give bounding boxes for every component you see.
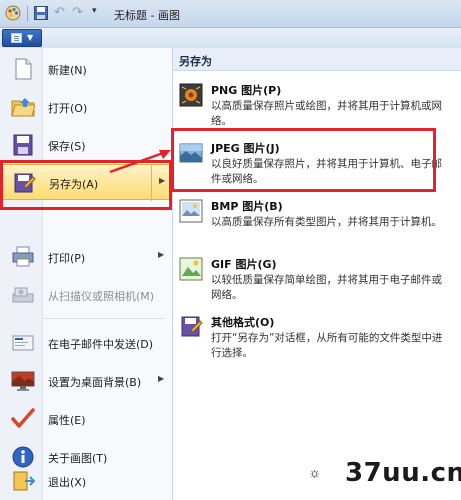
bmp-image-icon — [179, 199, 203, 223]
submenu-item-gif[interactable]: GIF 图片(G) 以较低质量保存简单绘图，并将其用于电子邮件或网络。 — [173, 250, 461, 306]
undo-icon[interactable]: ↶ — [54, 5, 65, 20]
annotation-box-jpeg — [171, 128, 436, 192]
properties-check-icon — [11, 408, 35, 428]
paint-document-icon — [11, 33, 22, 43]
email-icon — [12, 335, 34, 351]
menu-item-save[interactable]: 保存(S) — [0, 126, 172, 164]
window-title: 无标题 - 画图 — [114, 9, 180, 22]
menu-item-set-desktop-background[interactable]: 设置为桌面背景(B) ▶ — [0, 362, 172, 400]
app-menu-button[interactable]: ▼ — [2, 29, 42, 47]
menu-item-label: 新建(N) — [48, 64, 87, 77]
menu-item-open[interactable]: 打开(O) — [0, 88, 172, 126]
menu-item-label: 保存(S) — [48, 140, 86, 153]
scanner-icon — [12, 287, 34, 303]
menu-item-send-email[interactable]: 在电子邮件中发送(D) — [0, 324, 172, 362]
menu-item-label: 打开(O) — [48, 102, 88, 115]
submenu-item-other-formats[interactable]: 其他格式(O) 打开“另存为”对话框，从所有可能的文件类型中进行选择。 — [173, 308, 461, 364]
menu-item-properties[interactable]: 属性(E) — [0, 400, 172, 438]
submenu-header: 另存为 — [173, 48, 461, 71]
printer-icon — [12, 246, 34, 267]
menu-command-list: 新建(N) 打开(O) 保存(S) 另存为(A) ▶ 打印(P) ▶ 从扫描仪或… — [0, 48, 173, 500]
menu-item-new[interactable]: 新建(N) — [0, 50, 172, 88]
chevron-right-icon: ▶ — [158, 374, 165, 383]
exit-icon — [13, 471, 35, 491]
watermark-sun-logo — [310, 469, 319, 479]
menu-item-label: 设置为桌面背景(B) — [48, 376, 142, 389]
other-formats-icon — [181, 316, 203, 337]
title-bar: ↶ ↷ ▾ 无标题 - 画图 — [0, 0, 461, 28]
chevron-down-icon: ▼ — [27, 33, 34, 42]
submenu-item-desc: 以高质量保存照片或绘图，并将其用于计算机或网络。 — [211, 100, 442, 127]
menu-item-label: 在电子邮件中发送(D) — [48, 338, 154, 351]
chevron-right-icon: ▶ — [158, 250, 165, 259]
annotation-box-save-as — [0, 160, 172, 210]
watermark-text: 37uu.cn — [345, 458, 461, 488]
submenu-title: 另存为 — [179, 55, 212, 68]
redo-icon[interactable]: ↷ — [72, 5, 83, 20]
save-as-submenu: 另存为 PNG 图片(P) 以高质量保存照片或绘图，并将其用于计算机或网络。 J… — [173, 48, 461, 500]
desktop-background-icon — [11, 371, 35, 391]
menu-item-print[interactable]: 打印(P) ▶ — [0, 238, 172, 276]
submenu-item-png[interactable]: PNG 图片(P) 以高质量保存照片或绘图，并将其用于计算机或网络。 — [173, 76, 461, 132]
title-separator — [27, 6, 28, 21]
new-document-icon — [15, 58, 32, 80]
png-image-icon — [179, 83, 203, 107]
submenu-item-desc: 以较低质量保存简单绘图，并将其用于电子邮件或网络。 — [211, 274, 442, 301]
submenu-item-name: BMP 图片(B) — [211, 200, 283, 213]
menu-item-exit[interactable]: 退出(X) — [0, 462, 172, 500]
paint-app-icon[interactable] — [5, 5, 21, 21]
submenu-item-desc: 以高质量保存所有类型图片，并将其用于计算机。 — [211, 216, 442, 228]
submenu-item-name: PNG 图片(P) — [211, 84, 282, 97]
ribbon-bar: ▼ — [0, 28, 461, 49]
menu-item-label: 从扫描仪或照相机(M) — [48, 290, 155, 303]
submenu-item-desc: 打开“另存为”对话框，从所有可能的文件类型中进行选择。 — [211, 332, 443, 359]
menu-item-label: 属性(E) — [48, 414, 86, 427]
application-menu: 新建(N) 打开(O) 保存(S) 另存为(A) ▶ 打印(P) ▶ 从扫描仪或… — [0, 48, 461, 500]
save-disk-icon — [13, 134, 33, 156]
menu-item-label: 打印(P) — [48, 252, 86, 265]
submenu-item-bmp[interactable]: BMP 图片(B) 以高质量保存所有类型图片，并将其用于计算机。 — [173, 192, 461, 248]
gif-image-icon — [179, 257, 203, 281]
customize-dropdown-icon[interactable]: ▾ — [92, 6, 97, 16]
submenu-item-name: 其他格式(O) — [211, 316, 275, 329]
open-folder-icon — [11, 98, 35, 117]
submenu-item-name: GIF 图片(G) — [211, 258, 277, 271]
menu-item-label: 退出(X) — [48, 476, 87, 489]
menu-item-from-scanner[interactable]: 从扫描仪或照相机(M) — [0, 276, 172, 314]
save-icon[interactable] — [34, 6, 48, 20]
menu-separator — [44, 318, 164, 319]
